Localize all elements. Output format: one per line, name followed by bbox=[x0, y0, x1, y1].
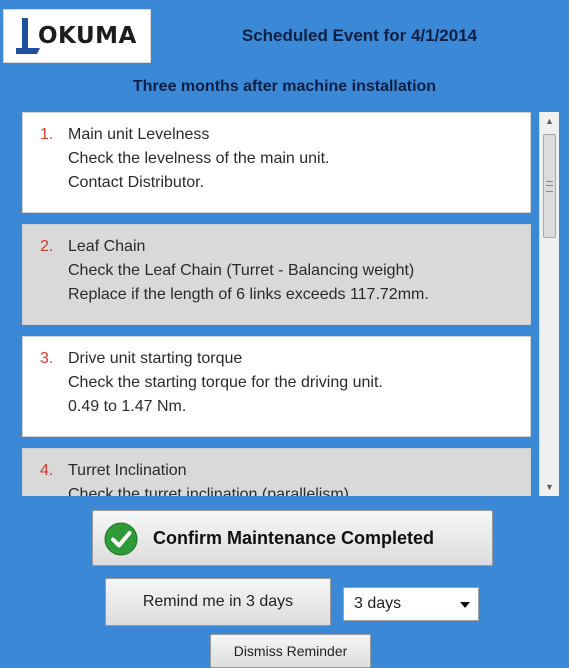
scrollbar-thumb[interactable] bbox=[543, 134, 556, 238]
event-title: Scheduled Event for 4/1/2014 bbox=[241, 26, 478, 45]
task-title: Leaf Chain bbox=[68, 238, 146, 255]
task-detail: Check the starting torque for the drivin… bbox=[68, 374, 383, 391]
okuma-logo: OKUMA bbox=[3, 9, 151, 63]
scroll-down-icon[interactable]: ▼ bbox=[540, 478, 559, 496]
event-subtitle: Three months after machine installation bbox=[132, 78, 437, 95]
scroll-up-icon[interactable]: ▲ bbox=[540, 112, 559, 130]
task-number: 1. bbox=[40, 126, 54, 143]
checkmark-icon bbox=[104, 522, 138, 556]
task-detail: 0.49 to 1.47 Nm. bbox=[68, 398, 187, 415]
chevron-down-icon bbox=[460, 602, 470, 608]
confirm-maintenance-button[interactable]: Confirm Maintenance Completed bbox=[92, 510, 493, 566]
confirm-button-label: Confirm Maintenance Completed bbox=[153, 528, 435, 548]
task-item: 4. Turret Inclination Check the turret in… bbox=[22, 448, 531, 496]
task-number: 4. bbox=[40, 462, 54, 479]
grip-icon bbox=[546, 181, 553, 192]
task-number: 3. bbox=[40, 350, 54, 367]
task-number: 2. bbox=[40, 238, 54, 255]
task-detail: Replace if the length of 6 links exceeds… bbox=[68, 286, 429, 303]
task-item: 2. Leaf Chain Check the Leaf Chain (Turre… bbox=[22, 224, 531, 325]
task-title: Drive unit starting torque bbox=[68, 350, 243, 367]
task-list[interactable]: 1. Main unit Levelness Check the levelnes… bbox=[22, 112, 538, 496]
dismiss-reminder-button[interactable]: Dismiss Reminder bbox=[210, 634, 371, 668]
task-title: Main unit Levelness bbox=[68, 126, 210, 143]
remind-button[interactable]: Remind me in 3 days bbox=[105, 578, 331, 626]
task-list-scrollbar[interactable]: ▲ ▼ bbox=[539, 112, 559, 496]
remind-interval-select[interactable]: 3 days bbox=[343, 587, 479, 621]
task-title: Turret Inclination bbox=[68, 462, 187, 479]
task-item: 1. Main unit Levelness Check the levelnes… bbox=[22, 112, 531, 213]
logo-text: OKUMA bbox=[38, 23, 137, 49]
task-item: 3. Drive unit starting torque Check the s… bbox=[22, 336, 531, 437]
remind-interval-value: 3 days bbox=[354, 595, 402, 612]
task-detail: Check the Leaf Chain (Turret - Balancing… bbox=[68, 262, 415, 279]
task-detail: Contact Distributor. bbox=[68, 174, 205, 191]
task-detail: Check the levelness of the main unit. bbox=[68, 150, 330, 167]
task-detail: Check the turret inclination (parallelis… bbox=[68, 486, 354, 496]
